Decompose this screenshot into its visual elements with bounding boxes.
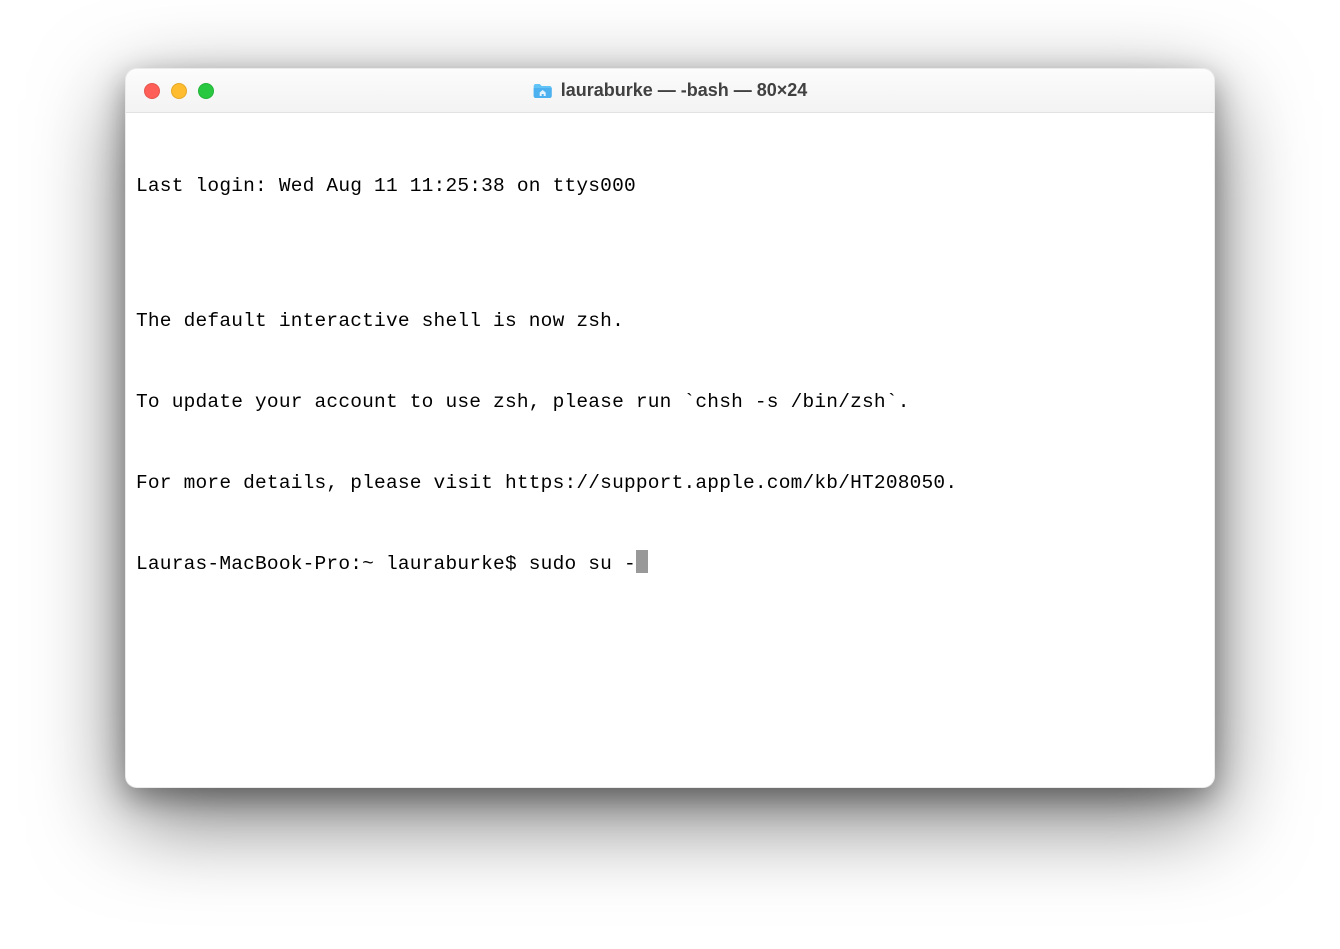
home-folder-icon	[533, 83, 553, 99]
terminal-window: lauraburke — -bash — 80×24 Last login: W…	[125, 68, 1215, 788]
maximize-button[interactable]	[198, 83, 214, 99]
terminal-body[interactable]: Last login: Wed Aug 11 11:25:38 on ttys0…	[126, 113, 1214, 787]
prompt-line: Lauras-MacBook-Pro:~ lauraburke$ sudo su…	[136, 551, 1204, 578]
minimize-button[interactable]	[171, 83, 187, 99]
window-title-container: lauraburke — -bash — 80×24	[533, 80, 808, 101]
prompt: Lauras-MacBook-Pro:~ lauraburke$	[136, 551, 529, 578]
terminal-line: To update your account to use zsh, pleas…	[136, 389, 1204, 416]
command-input[interactable]: sudo su -	[529, 551, 636, 578]
window-title: lauraburke — -bash — 80×24	[561, 80, 808, 101]
terminal-line: The default interactive shell is now zsh…	[136, 308, 1204, 335]
terminal-line: Last login: Wed Aug 11 11:25:38 on ttys0…	[136, 173, 1204, 200]
titlebar[interactable]: lauraburke — -bash — 80×24	[126, 69, 1214, 113]
cursor-icon	[636, 550, 648, 573]
terminal-line: For more details, please visit https://s…	[136, 470, 1204, 497]
close-button[interactable]	[144, 83, 160, 99]
traffic-lights	[126, 83, 214, 99]
